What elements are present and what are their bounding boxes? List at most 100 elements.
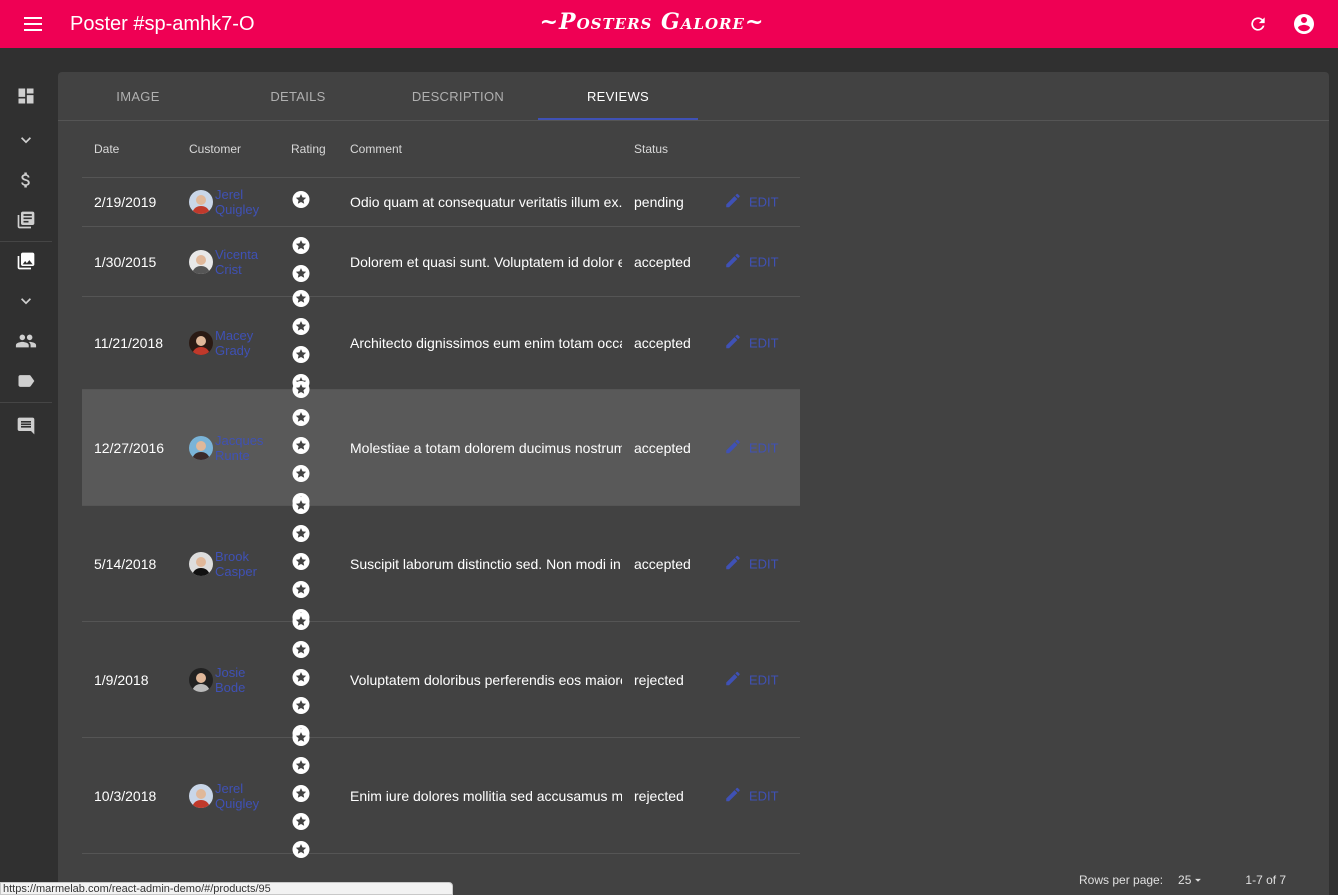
review-date: 12/27/2016: [94, 439, 165, 456]
review-comment: Voluptatem doloribus perferendis eos mai…: [350, 671, 622, 688]
review-date: 2/19/2019: [94, 194, 157, 210]
rows-per-page-value: 25: [1178, 873, 1192, 887]
table-row[interactable]: 5/14/2018 Brook Casper Suscipit laborum di…: [82, 496, 800, 626]
table-row[interactable]: 1/30/2015 Vicenta Crist Dolorem et quasi s…: [82, 227, 800, 297]
chevron-down-icon[interactable]: [14, 289, 38, 313]
table-row[interactable]: 10/3/2018 Jerel Quigley Enim iure dolores …: [82, 728, 800, 858]
star-icon: [291, 435, 311, 460]
dollar-icon[interactable]: [14, 168, 38, 192]
star-icon: [291, 727, 311, 752]
review-comment: Enim iure dolores mollitia sed accusamus…: [350, 787, 622, 804]
star-icon: [291, 667, 311, 692]
library-books-icon[interactable]: [14, 208, 38, 232]
customer-name: Jacques Runte: [215, 432, 264, 463]
table-row[interactable]: 11/21/2018 Macey Grady Architecto dignissi…: [82, 290, 800, 391]
pencil-icon: [724, 437, 742, 458]
star-icon: [291, 611, 311, 636]
review-status: rejected: [634, 671, 684, 688]
star-icon: [291, 495, 311, 520]
review-status: accepted: [634, 555, 691, 572]
avatar: [189, 249, 213, 274]
star-icon: [291, 639, 311, 664]
avatar: [189, 551, 213, 576]
pagination-range: 1-7 of 7: [1245, 873, 1287, 887]
column-rating[interactable]: Rating: [291, 142, 326, 156]
star-icon: [291, 523, 311, 548]
review-date: 1/30/2015: [94, 253, 157, 270]
edit-label: EDIT: [749, 194, 779, 210]
table-row[interactable]: 2/19/2019 Jerel Quigley Odio quam at conse…: [82, 178, 800, 227]
refresh-icon[interactable]: [1241, 7, 1275, 41]
avatar: [189, 190, 213, 214]
customer-link[interactable]: Josie Bode: [189, 665, 275, 695]
review-status: accepted: [634, 335, 691, 351]
table-header: Date Customer Rating Comment Status: [82, 121, 800, 178]
dropdown-arrow-icon: [1195, 878, 1202, 882]
table-row[interactable]: 1/9/2018 Josie Bode Voluptatem doloribus p…: [82, 612, 800, 742]
pencil-icon: [724, 251, 742, 272]
edit-button[interactable]: EDIT: [724, 553, 779, 574]
column-status[interactable]: Status: [634, 142, 668, 156]
tab-details[interactable]: DETAILS: [218, 72, 378, 121]
review-comment: Dolorem et quasi sunt. Voluptatem id dol…: [350, 253, 622, 270]
star-icon: [291, 289, 311, 314]
pencil-icon: [724, 333, 742, 354]
customer-name: Jerel Quigley: [215, 187, 260, 217]
edit-button[interactable]: EDIT: [724, 192, 779, 213]
customer-name: Jerel Quigley: [215, 780, 260, 811]
comment-icon[interactable]: [14, 414, 38, 438]
edit-button[interactable]: EDIT: [724, 251, 779, 272]
star-icon: [291, 783, 311, 808]
review-date: 11/21/2018: [94, 335, 164, 351]
customer-link[interactable]: Brook Casper: [189, 549, 275, 579]
column-customer[interactable]: Customer: [189, 142, 241, 156]
poster-edit-card: IMAGE DETAILS DESCRIPTION REVIEWS Date C…: [58, 72, 1329, 895]
tab-description[interactable]: DESCRIPTION: [378, 72, 538, 121]
customer-link[interactable]: Jerel Quigley: [189, 781, 275, 811]
rows-per-page-select[interactable]: 25: [1178, 873, 1205, 887]
edit-button[interactable]: EDIT: [724, 785, 779, 806]
customer-link[interactable]: Jerel Quigley: [189, 187, 275, 217]
sidebar: [0, 48, 52, 895]
star-icon: [291, 190, 311, 215]
brand-logo: ~Posters Galore~: [539, 9, 765, 35]
avatar: [189, 331, 213, 355]
column-comment[interactable]: Comment: [350, 142, 402, 156]
label-icon[interactable]: [14, 369, 38, 393]
avatar: [189, 783, 213, 808]
people-icon[interactable]: [14, 329, 38, 353]
review-date: 5/14/2018: [94, 555, 157, 572]
review-comment: Suscipit laborum distinctio sed. Non mod…: [350, 555, 621, 572]
star-icon: [291, 755, 311, 780]
rating-stars: [291, 190, 311, 215]
edit-button[interactable]: EDIT: [724, 437, 779, 458]
account-circle-icon[interactable]: [1287, 7, 1321, 41]
pencil-icon: [724, 192, 742, 213]
pencil-icon: [724, 553, 742, 574]
review-date: 10/3/2018: [94, 787, 157, 804]
star-icon: [291, 811, 311, 836]
collections-icon[interactable]: [14, 249, 38, 273]
pencil-icon: [724, 785, 742, 806]
edit-button[interactable]: EDIT: [724, 333, 779, 354]
star-icon: [291, 317, 311, 342]
rows-per-page-label: Rows per page:: [1079, 873, 1164, 887]
column-date[interactable]: Date: [94, 142, 119, 156]
edit-button[interactable]: EDIT: [724, 669, 779, 690]
customer-link[interactable]: Jacques Runte: [189, 433, 275, 463]
star-icon: [291, 345, 311, 370]
tab-reviews[interactable]: REVIEWS: [538, 72, 698, 121]
customer-link[interactable]: Vicenta Crist: [189, 247, 275, 277]
avatar: [189, 435, 213, 460]
star-icon: [291, 839, 311, 864]
star-icon: [291, 551, 311, 576]
dashboard-icon[interactable]: [14, 84, 38, 108]
review-comment: Odio quam at consequatur veritatis illum…: [350, 194, 622, 210]
customer-link[interactable]: Macey Grady: [189, 328, 275, 358]
table-row[interactable]: 12/27/2016 Jacques Runte Molestiae a totam…: [82, 380, 800, 510]
tab-image[interactable]: IMAGE: [58, 72, 218, 121]
rating-stars: [291, 727, 311, 864]
chevron-down-icon[interactable]: [14, 128, 38, 152]
pencil-icon: [724, 669, 742, 690]
star-icon: [291, 379, 311, 404]
